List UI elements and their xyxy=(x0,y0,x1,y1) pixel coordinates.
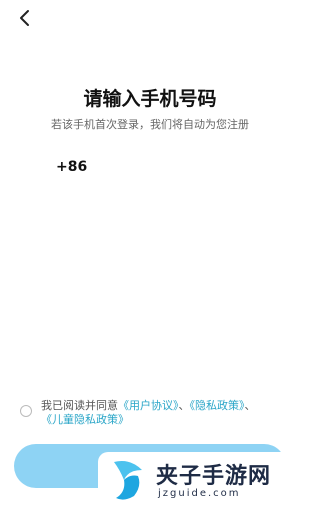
agreement-prefix: 我已阅读并同意 xyxy=(41,399,118,412)
agreement-separator: 、 xyxy=(244,399,256,412)
agreement-text: 我已阅读并同意《用户协议》、《隐私政策》、《儿童隐私政策》 xyxy=(41,399,261,427)
agree-radio[interactable] xyxy=(20,405,32,417)
agreement-separator: 、 xyxy=(178,399,190,412)
user-agreement-link[interactable]: 《用户协议》 xyxy=(118,399,179,412)
agreement: 我已阅读并同意《用户协议》、《隐私政策》、《儿童隐私政策》 xyxy=(18,399,288,429)
chevron-left-icon xyxy=(20,10,29,26)
privacy-policy-link[interactable]: 《隐私政策》 xyxy=(190,399,245,412)
phone-input[interactable] xyxy=(101,158,280,176)
country-code[interactable]: +86 xyxy=(56,159,87,175)
page-subtitle: 若该手机首次登录，我们将自动为您注册 xyxy=(51,118,249,131)
watermark: 夹子手游网 jzguide.com xyxy=(98,452,300,509)
back-button[interactable] xyxy=(14,8,34,28)
watermark-logo-icon xyxy=(114,461,142,500)
watermark-title: 夹子手游网 xyxy=(156,464,272,489)
phone-row: +86 xyxy=(56,156,280,178)
watermark-url: jzguide.com xyxy=(158,488,241,499)
page-title: 请输入手机号码 xyxy=(83,88,217,110)
child-privacy-link[interactable]: 《儿童隐私政策》 xyxy=(41,413,129,426)
